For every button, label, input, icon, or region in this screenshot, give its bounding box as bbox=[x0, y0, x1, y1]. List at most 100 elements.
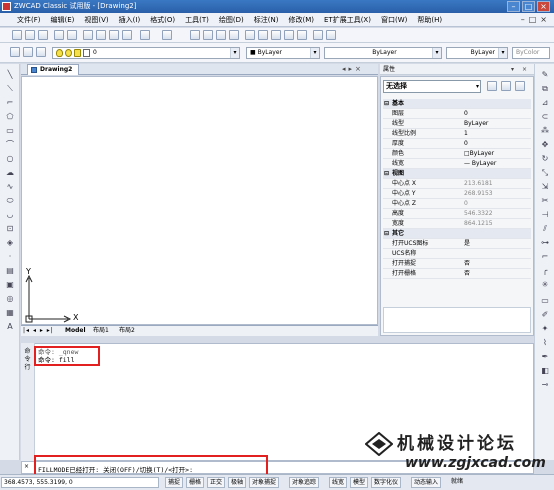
linetype-combo[interactable]: ByLayer ▾ bbox=[324, 47, 442, 59]
layer-combo[interactable]: 0 ▾ bbox=[52, 47, 240, 59]
copy-icon[interactable] bbox=[96, 30, 106, 40]
drawing-canvas[interactable]: Y X bbox=[21, 76, 378, 325]
fold-icon[interactable]: ⌇ bbox=[540, 338, 550, 348]
construction-line-icon[interactable]: ⟍ bbox=[5, 84, 15, 94]
trim-icon[interactable]: ✂ bbox=[540, 196, 550, 206]
selection-dropdown[interactable]: 无选择 ▾ bbox=[383, 80, 481, 93]
stretch-icon[interactable]: ⇲ bbox=[540, 182, 550, 192]
prop-row[interactable]: 颜色 □ByLayer bbox=[383, 149, 531, 159]
menu-view[interactable]: 视图(V) bbox=[79, 15, 113, 25]
help-icon[interactable] bbox=[313, 30, 323, 40]
line-icon[interactable]: ╲ bbox=[5, 70, 15, 80]
tab-model[interactable]: Model bbox=[65, 326, 86, 336]
menu-format[interactable]: 格式(O) bbox=[145, 15, 180, 25]
spline-icon[interactable]: ∿ bbox=[5, 182, 15, 192]
zoom-previous-icon[interactable] bbox=[229, 30, 239, 40]
ortho-toggle[interactable]: 正交 bbox=[207, 477, 226, 488]
join-icon[interactable]: ⊶ bbox=[540, 238, 550, 248]
prop-row[interactable]: 打开栅格否 bbox=[383, 269, 531, 279]
prop-row[interactable]: 线宽 — ByLayer bbox=[383, 159, 531, 169]
tab-nav-controls[interactable]: ◂▸× bbox=[342, 64, 378, 75]
lineweight-toggle[interactable]: 线宽 bbox=[329, 477, 348, 488]
insert-block-icon[interactable]: ⊡ bbox=[5, 224, 15, 234]
hatch-icon[interactable]: ▤ bbox=[5, 266, 15, 276]
plotstyle-combo[interactable]: ByColor bbox=[512, 47, 550, 59]
pencil-icon[interactable]: ✐ bbox=[540, 310, 550, 320]
menu-insert[interactable]: 插入(I) bbox=[114, 15, 146, 25]
layer-manager-icon[interactable] bbox=[10, 47, 20, 57]
menu-dimension[interactable]: 标注(N) bbox=[249, 15, 284, 25]
menu-et-tools[interactable]: ET扩展工具(X) bbox=[319, 15, 376, 25]
menu-modify[interactable]: 修改(M) bbox=[283, 15, 319, 25]
explode-icon[interactable]: ✳ bbox=[540, 280, 550, 290]
print-icon[interactable] bbox=[54, 30, 64, 40]
model-toggle[interactable]: 模型 bbox=[350, 477, 369, 488]
save-icon[interactable] bbox=[38, 30, 48, 40]
make-block-icon[interactable]: ◈ bbox=[5, 238, 15, 248]
select-objects-icon[interactable] bbox=[501, 81, 511, 91]
mirror-icon[interactable]: ⊿ bbox=[540, 98, 550, 108]
star-icon[interactable]: ✦ bbox=[540, 324, 550, 334]
prop-row[interactable]: 厚度 0 bbox=[383, 139, 531, 149]
menu-tools[interactable]: 工具(T) bbox=[180, 15, 214, 25]
revision-cloud-icon[interactable]: ☁ bbox=[5, 168, 15, 178]
cut-icon[interactable] bbox=[83, 30, 93, 40]
rotate-icon[interactable]: ↻ bbox=[540, 154, 550, 164]
table-icon[interactable]: ▦ bbox=[5, 308, 15, 318]
redo-icon[interactable] bbox=[162, 30, 172, 40]
gradient-icon[interactable]: ▣ bbox=[5, 280, 15, 290]
mdi-controls[interactable]: –□× bbox=[521, 15, 551, 24]
panel-controls[interactable]: ▾ × bbox=[511, 64, 530, 75]
new-icon[interactable] bbox=[12, 30, 22, 40]
ellipse-icon[interactable]: ⬭ bbox=[5, 196, 15, 206]
circle-icon[interactable]: ○ bbox=[5, 154, 15, 164]
mtext-icon[interactable]: A bbox=[5, 322, 15, 332]
dynamic-input-toggle[interactable]: 动态输入 bbox=[411, 477, 442, 488]
prop-row[interactable]: 中心点 Y 268.9153 bbox=[383, 189, 531, 199]
calculator-icon[interactable] bbox=[297, 30, 307, 40]
prop-row[interactable]: 宽度 864.1215 bbox=[383, 219, 531, 229]
pen-icon[interactable]: ✒ bbox=[540, 352, 550, 362]
paste-icon[interactable] bbox=[109, 30, 119, 40]
search-icon[interactable] bbox=[326, 30, 336, 40]
fillet-icon[interactable]: ╭ bbox=[540, 266, 550, 276]
design-center-icon[interactable] bbox=[258, 30, 268, 40]
osnap-toggle[interactable]: 对象捕捉 bbox=[249, 477, 280, 488]
group-basic[interactable]: ⊟ 基本 bbox=[383, 99, 531, 109]
ellipse-arc-icon[interactable]: ◡ bbox=[5, 210, 15, 220]
copy-object-icon[interactable]: ⧉ bbox=[540, 84, 550, 94]
layer-state-icon[interactable] bbox=[23, 47, 33, 57]
tablet-toggle[interactable]: 数字化仪 bbox=[371, 477, 402, 488]
menu-edit[interactable]: 编辑(E) bbox=[46, 15, 80, 25]
prop-row[interactable]: 中心点 X 213.6181 bbox=[383, 179, 531, 189]
match-properties-icon[interactable] bbox=[122, 30, 132, 40]
polyline-icon[interactable]: ⌐ bbox=[5, 98, 15, 108]
offset-icon[interactable]: ⊂ bbox=[540, 112, 550, 122]
group-view[interactable]: ⊟ 视图 bbox=[383, 169, 531, 179]
tab-layout1[interactable]: 布局1 bbox=[93, 326, 109, 336]
close-icon[interactable]: × bbox=[24, 463, 29, 470]
prop-row[interactable]: 中心点 Z0 bbox=[383, 199, 531, 209]
snap-toggle[interactable]: 捕捉 bbox=[165, 477, 184, 488]
region-icon[interactable]: ◎ bbox=[5, 294, 15, 304]
sheet-set-icon[interactable] bbox=[284, 30, 294, 40]
group-other[interactable]: ⊟ 其它 bbox=[383, 229, 531, 239]
move-icon[interactable]: ✥ bbox=[540, 140, 550, 150]
erase-icon[interactable]: ✎ bbox=[540, 70, 550, 80]
extend-icon[interactable]: ⊣ bbox=[540, 210, 550, 220]
menu-window[interactable]: 窗口(W) bbox=[376, 15, 412, 25]
point-icon[interactable]: · bbox=[5, 252, 15, 262]
otrack-toggle[interactable]: 对象追踪 bbox=[289, 477, 320, 488]
menu-help[interactable]: 帮助(H) bbox=[412, 15, 447, 25]
polygon-icon[interactable]: ⬠ bbox=[5, 112, 15, 122]
close-button[interactable]: × bbox=[537, 1, 550, 12]
app-icon[interactable] bbox=[2, 2, 11, 11]
zoom-window-icon[interactable] bbox=[216, 30, 226, 40]
preview-icon[interactable] bbox=[67, 30, 77, 40]
tab-layout2[interactable]: 布局2 bbox=[119, 326, 135, 336]
menu-file[interactable]: 文件(F) bbox=[12, 15, 46, 25]
prop-row[interactable]: 线型比例 1 bbox=[383, 129, 531, 139]
pan-icon[interactable] bbox=[190, 30, 200, 40]
scale-icon[interactable]: ⤡ bbox=[540, 168, 550, 178]
arc-icon[interactable]: ⌒ bbox=[5, 140, 15, 150]
